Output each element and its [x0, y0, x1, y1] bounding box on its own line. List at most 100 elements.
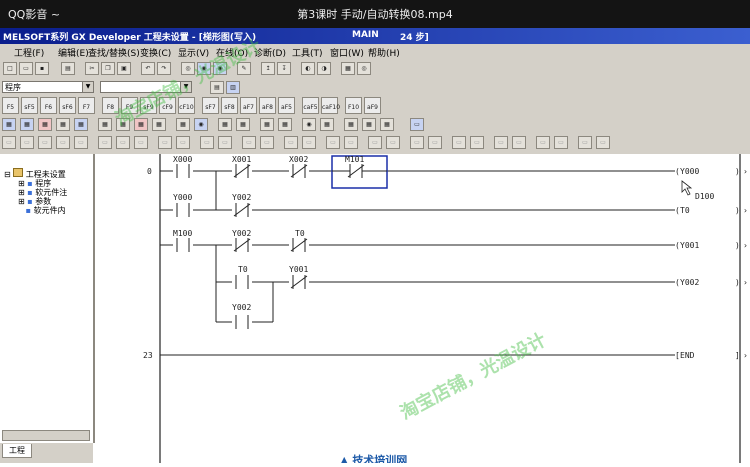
menu-project[interactable]: 工程(F)	[14, 46, 44, 59]
program-combo[interactable]: 程序 ▼	[2, 81, 94, 93]
timer-constant: D100	[695, 192, 714, 201]
step-label-0: 0	[147, 167, 152, 176]
contact-y001-nc[interactable]: Y001	[289, 265, 309, 289]
fkey-line-delete[interactable]: aF9	[364, 97, 381, 114]
disabled-icon: ▭	[38, 136, 52, 149]
end-instruction[interactable]: [END]	[675, 351, 740, 360]
fkey-falling[interactable]: sF8	[221, 97, 238, 114]
fkey-rising[interactable]: sF7	[202, 97, 219, 114]
fkey-rising-par[interactable]: aF7	[240, 97, 257, 114]
svg-text:T0: T0	[680, 206, 690, 215]
redo-icon[interactable]: ↷	[157, 62, 171, 75]
sfc-block-icon[interactable]: ▦	[260, 118, 274, 131]
sfc-jump-icon[interactable]: ▦	[56, 118, 70, 131]
menu-window[interactable]: 窗口(W)	[330, 46, 364, 59]
contact-y000[interactable]: Y000	[173, 193, 193, 217]
list-view-icon[interactable]: ▥	[226, 81, 240, 94]
contact-m101[interactable]: M101	[331, 155, 388, 189]
contact-t0-nc[interactable]: T0	[289, 229, 309, 252]
fkey-parallel-no[interactable]: sF5	[21, 97, 38, 114]
svg-text:Y002: Y002	[232, 193, 251, 202]
contact-x000[interactable]: X000	[173, 155, 193, 178]
contact-y002-nc[interactable]: Y002	[232, 193, 252, 217]
sfc-branch-icon[interactable]: ▦	[98, 118, 112, 131]
fkey-coil[interactable]: F7	[78, 97, 95, 114]
sfc-step-icon[interactable]: ▦	[20, 118, 34, 131]
plc-write-icon[interactable]: ↥	[261, 62, 275, 75]
sfc-comment-icon[interactable]: ▦	[218, 118, 232, 131]
new-icon[interactable]: □	[3, 62, 17, 75]
svg-text:X001: X001	[232, 155, 251, 164]
open-icon[interactable]: ▭	[19, 62, 33, 75]
menu-convert[interactable]: 变换(C)	[140, 46, 171, 59]
sfc-merge-icon[interactable]: ▦	[152, 118, 166, 131]
fkey-contact-no[interactable]: F5	[2, 97, 19, 114]
fkey-result-rise[interactable]: caF5	[302, 97, 319, 114]
sfc-end-icon[interactable]: ▦	[74, 118, 88, 131]
disabled-icon: ▭	[2, 136, 16, 149]
svg-text:T0: T0	[295, 229, 305, 238]
disabled-icon: ▭	[74, 136, 88, 149]
disabled-icon: ▭	[176, 136, 190, 149]
disabled-icon: ▭	[368, 136, 382, 149]
sfc-all-icon[interactable]: ▦	[320, 118, 334, 131]
svg-text:X002: X002	[289, 155, 308, 164]
menu-edit[interactable]: 编辑(E)	[58, 46, 89, 59]
sfc-grid2-icon[interactable]: ▦	[362, 118, 376, 131]
monitor-stop-icon[interactable]: ◑	[317, 62, 331, 75]
tab-project[interactable]: 工程	[2, 444, 32, 458]
contact-y002-self[interactable]: Y002	[232, 303, 252, 329]
disabled-icon: ▭	[494, 136, 508, 149]
sfc-search-icon[interactable]: ◉	[194, 118, 208, 131]
sfc-icon[interactable]: ▦	[2, 118, 16, 131]
sfc-list-icon[interactable]: ▦	[278, 118, 292, 131]
paste-icon[interactable]: ▣	[117, 62, 131, 75]
sfc-grid-icon[interactable]: ▦	[344, 118, 358, 131]
step-count: 24 步]	[400, 33, 429, 43]
sfc-transition-icon[interactable]: ▦	[38, 118, 52, 131]
tree-item-device-memory[interactable]: ▪ 软元件内	[18, 205, 66, 216]
coil-y001[interactable]: (Y001)	[675, 241, 740, 250]
sfc-zoom-icon[interactable]: ▦	[176, 118, 190, 131]
contact-x001[interactable]: X001	[232, 155, 252, 178]
fkey-falling-par[interactable]: aF8	[259, 97, 276, 114]
sfc-monitor-icon[interactable]: ◉	[302, 118, 316, 131]
monitor-icon[interactable]: ◐	[301, 62, 315, 75]
contact-t0[interactable]: T0	[232, 265, 252, 289]
fkey-parallel-nc[interactable]: sF6	[59, 97, 76, 114]
undo-icon[interactable]: ↶	[141, 62, 155, 75]
program-toolbar: 程序 ▼ ▼ ▤ ▥	[0, 79, 750, 96]
fkey-result-fall[interactable]: caF10	[321, 97, 340, 114]
save-icon[interactable]: ▪	[35, 62, 49, 75]
fkey-invert[interactable]: aF5	[278, 97, 295, 114]
menu-find[interactable]: 查找/替换(S)	[88, 46, 140, 59]
copy-icon[interactable]: ❐	[101, 62, 115, 75]
svg-text:M101: M101	[345, 155, 364, 164]
sfc-grid3-icon[interactable]: ▦	[380, 118, 394, 131]
contact-x002[interactable]: X002	[289, 155, 309, 178]
contact-m100[interactable]: M100	[173, 229, 193, 252]
sfc-note-icon[interactable]: ▦	[236, 118, 250, 131]
fkey-contact-nc[interactable]: F6	[40, 97, 57, 114]
plc-read-icon[interactable]: ↧	[277, 62, 291, 75]
print-icon[interactable]: ▤	[61, 62, 75, 75]
menu-bar: 工程(F) 编辑(E) 查找/替换(S) 变换(C) 显示(V) 在线(O) 诊…	[0, 44, 750, 59]
disabled-icon: ▭	[158, 136, 172, 149]
fkey-line-write[interactable]: F10	[345, 97, 362, 114]
horizontal-scrollbar[interactable]	[2, 430, 90, 441]
scroll-arrow-icon: ›	[743, 241, 748, 250]
scroll-arrow-icon: ›	[743, 351, 748, 360]
contact-y002-nc-2[interactable]: Y002	[232, 229, 252, 252]
coil-t0[interactable]: (T0)	[675, 206, 740, 215]
menu-tools[interactable]: 工具(T)	[292, 46, 323, 59]
coil-y000[interactable]: (Y000)	[675, 167, 740, 176]
cut-icon[interactable]: ✂	[85, 62, 99, 75]
device-test-icon[interactable]: ◎	[357, 62, 371, 75]
disabled-icon: ▭	[428, 136, 442, 149]
menu-help[interactable]: 帮助(H)	[368, 46, 400, 59]
mode-label: MAIN	[352, 30, 379, 40]
sfc-window-icon[interactable]: ▭	[410, 118, 424, 131]
coil-y002[interactable]: (Y002)	[675, 278, 740, 287]
svg-text:X000: X000	[173, 155, 192, 164]
device-batch-icon[interactable]: ▦	[341, 62, 355, 75]
